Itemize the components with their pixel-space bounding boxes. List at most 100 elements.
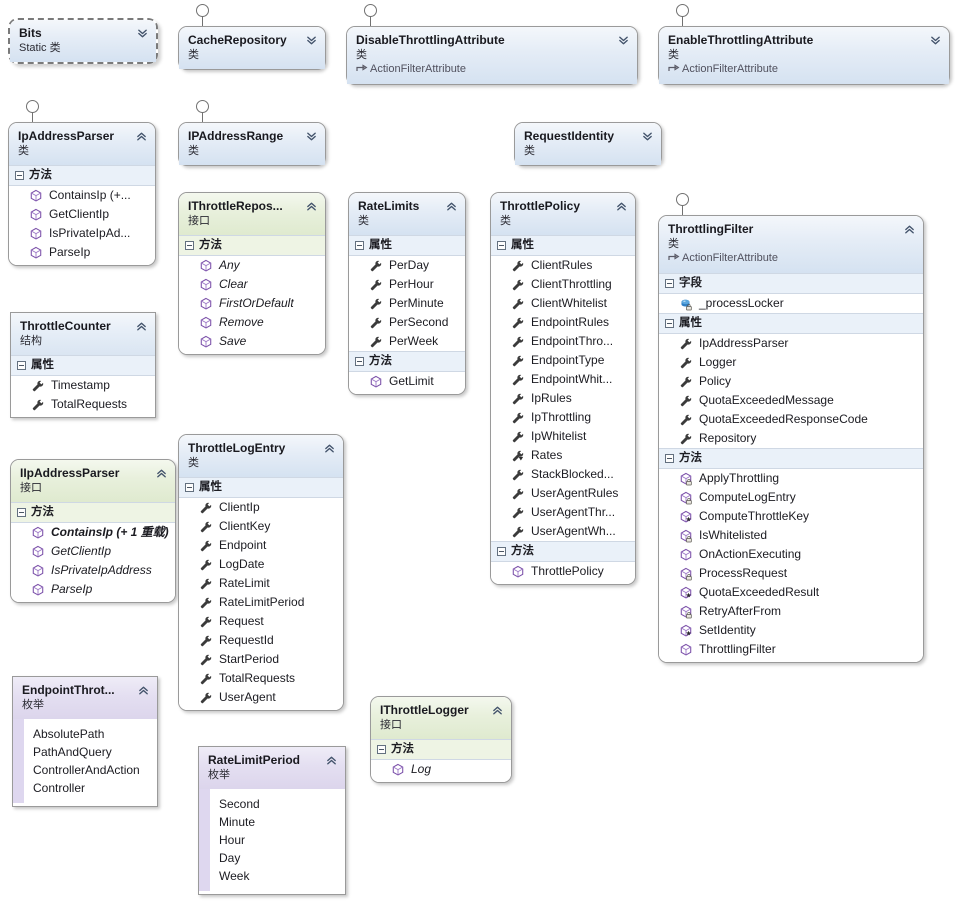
class-shape-bits[interactable]: Bits Static 类 — [8, 18, 158, 64]
collapse-toggle-icon[interactable] — [185, 483, 194, 492]
shape-header-disable-throttling-attribute[interactable]: DisableThrottlingAttribute 类 ActionFilterA… — [347, 27, 637, 84]
member-group-header-properties[interactable]: 属性 — [491, 235, 635, 256]
member-row[interactable]: GetLimit — [349, 372, 465, 391]
member-row[interactable]: LogDate — [179, 555, 343, 574]
collapse-toggle-icon[interactable] — [665, 279, 674, 288]
chevron-up-icon[interactable] — [325, 754, 338, 767]
shape-header-bits[interactable]: Bits Static 类 — [10, 20, 156, 62]
member-group-header-methods[interactable]: 方法 — [349, 351, 465, 372]
collapse-toggle-icon[interactable] — [665, 319, 674, 328]
member-row[interactable]: ParseIp — [9, 243, 155, 262]
member-row[interactable]: IsPrivateIpAddress — [11, 561, 175, 580]
shape-header-cache-repository[interactable]: CacheRepository 类 — [179, 27, 325, 69]
member-row[interactable]: IsPrivateIpAd... — [9, 224, 155, 243]
member-row[interactable]: ApplyThrottling — [659, 469, 923, 488]
member-group-header-methods[interactable]: 方法 — [11, 502, 175, 523]
member-row[interactable]: Save — [179, 332, 325, 351]
collapse-toggle-icon[interactable] — [17, 508, 26, 517]
chevron-up-icon[interactable] — [135, 320, 148, 333]
class-shape-ip-address-parser[interactable]: IpAddressParser 类方法 ContainsIp (+... GetCli… — [8, 122, 156, 266]
shape-header-endpoint-throttling[interactable]: EndpointThrot... 枚举 — [13, 677, 157, 719]
collapse-toggle-icon[interactable] — [355, 357, 364, 366]
member-row[interactable]: Repository — [659, 429, 923, 448]
member-row[interactable]: ProcessRequest — [659, 564, 923, 583]
enum-value[interactable]: Controller — [13, 779, 157, 797]
member-row[interactable]: ComputeThrottleKey — [659, 507, 923, 526]
member-row[interactable]: Any — [179, 256, 325, 275]
member-row[interactable]: IpThrottling — [491, 408, 635, 427]
collapse-toggle-icon[interactable] — [185, 241, 194, 250]
class-shape-disable-throttling-attribute[interactable]: DisableThrottlingAttribute 类 ActionFilterA… — [346, 26, 638, 85]
enum-value[interactable]: PathAndQuery — [13, 743, 157, 761]
member-row[interactable]: PerHour — [349, 275, 465, 294]
member-row[interactable]: RequestId — [179, 631, 343, 650]
class-shape-ip-address-range[interactable]: IPAddressRange 类 — [178, 122, 326, 166]
member-row[interactable]: OnActionExecuting — [659, 545, 923, 564]
enum-value[interactable]: Day — [199, 849, 345, 867]
member-group-header-methods[interactable]: 方法 — [179, 235, 325, 256]
member-group-header-methods[interactable]: 方法 — [9, 165, 155, 186]
member-row[interactable]: UserAgentThr... — [491, 503, 635, 522]
class-shape-throttle-log-entry[interactable]: ThrottleLogEntry 类属性 ClientIp ClientKey Endp… — [178, 434, 344, 711]
member-row[interactable]: IpWhitelist — [491, 427, 635, 446]
member-row[interactable]: GetClientIp — [11, 542, 175, 561]
member-row[interactable]: PerWeek — [349, 332, 465, 351]
member-group-header-properties[interactable]: 属性 — [11, 355, 155, 376]
member-group-header-methods[interactable]: 方法 — [371, 739, 511, 760]
chevron-down-icon[interactable] — [641, 130, 654, 143]
member-row[interactable]: StackBlocked... — [491, 465, 635, 484]
member-row[interactable]: IpRules — [491, 389, 635, 408]
collapse-toggle-icon[interactable] — [17, 361, 26, 370]
shape-header-throttle-counter[interactable]: ThrottleCounter 结构 — [11, 313, 155, 355]
member-row[interactable]: ClientIp — [179, 498, 343, 517]
member-row[interactable]: TotalRequests — [179, 669, 343, 688]
class-shape-cache-repository[interactable]: CacheRepository 类 — [178, 26, 326, 70]
class-shape-iip-address-parser[interactable]: IIpAddressParser 接口 方法 ContainsIp (+ 1 重载) G… — [10, 459, 176, 603]
chevron-up-icon[interactable] — [903, 223, 916, 236]
member-row[interactable]: PerSecond — [349, 313, 465, 332]
shape-header-rate-limits[interactable]: RateLimits 类 — [349, 193, 465, 235]
shape-header-throttle-log-entry[interactable]: ThrottleLogEntry 类 — [179, 435, 343, 477]
collapse-toggle-icon[interactable] — [497, 241, 506, 250]
collapse-toggle-icon[interactable] — [377, 745, 386, 754]
shape-header-throttle-policy[interactable]: ThrottlePolicy 类 — [491, 193, 635, 235]
member-row[interactable]: Rates — [491, 446, 635, 465]
member-row[interactable]: ThrottlingFilter — [659, 640, 923, 659]
shape-header-ithrottle-repository[interactable]: IThrottleRepos... 接口 — [179, 193, 325, 235]
enum-value[interactable]: ControllerAndAction — [13, 761, 157, 779]
member-group-header-properties[interactable]: 属性 — [179, 477, 343, 498]
chevron-down-icon[interactable] — [305, 34, 318, 47]
member-row[interactable]: UserAgentWh... — [491, 522, 635, 541]
enum-value[interactable]: AbsolutePath — [13, 725, 157, 743]
chevron-up-icon[interactable] — [135, 130, 148, 143]
class-shape-ithrottle-repository[interactable]: IThrottleRepos... 接口 方法 Any Clear FirstOrDefa… — [178, 192, 326, 355]
member-row[interactable]: StartPeriod — [179, 650, 343, 669]
member-row[interactable]: Timestamp — [11, 376, 155, 395]
collapse-toggle-icon[interactable] — [355, 241, 364, 250]
shape-header-rate-limit-period[interactable]: RateLimitPeriod 枚举 — [199, 747, 345, 789]
member-group-header-fields[interactable]: 字段 — [659, 273, 923, 294]
member-row[interactable]: Remove — [179, 313, 325, 332]
chevron-down-icon[interactable] — [305, 130, 318, 143]
member-row[interactable]: GetClientIp — [9, 205, 155, 224]
chevron-down-icon[interactable] — [929, 34, 942, 47]
class-shape-rate-limit-period[interactable]: RateLimitPeriod 枚举 Second Minute Hour Day Week — [198, 746, 346, 895]
chevron-up-icon[interactable] — [137, 684, 150, 697]
class-shape-throttling-filter[interactable]: ThrottlingFilter 类 ActionFilterAttribute 字段… — [658, 215, 924, 663]
collapse-toggle-icon[interactable] — [497, 547, 506, 556]
member-row[interactable]: Request — [179, 612, 343, 631]
member-row[interactable]: ParseIp — [11, 580, 175, 599]
class-shape-ithrottle-logger[interactable]: IThrottleLogger 接口 方法 Log — [370, 696, 512, 783]
enum-value[interactable]: Week — [199, 867, 345, 885]
member-row[interactable]: QuotaExceededResult — [659, 583, 923, 602]
class-shape-endpoint-throttling[interactable]: EndpointThrot... 枚举 AbsolutePath PathAndQue… — [12, 676, 158, 807]
member-group-header-methods[interactable]: 方法 — [659, 448, 923, 469]
chevron-up-icon[interactable] — [615, 200, 628, 213]
enum-value[interactable]: Hour — [199, 831, 345, 849]
chevron-up-icon[interactable] — [491, 704, 504, 717]
shape-header-ip-address-range[interactable]: IPAddressRange 类 — [179, 123, 325, 165]
member-row[interactable]: ClientRules — [491, 256, 635, 275]
chevron-up-icon[interactable] — [155, 467, 168, 480]
chevron-down-icon[interactable] — [617, 34, 630, 47]
class-shape-rate-limits[interactable]: RateLimits 类属性 PerDay PerHour PerMinute PerSe… — [348, 192, 466, 395]
